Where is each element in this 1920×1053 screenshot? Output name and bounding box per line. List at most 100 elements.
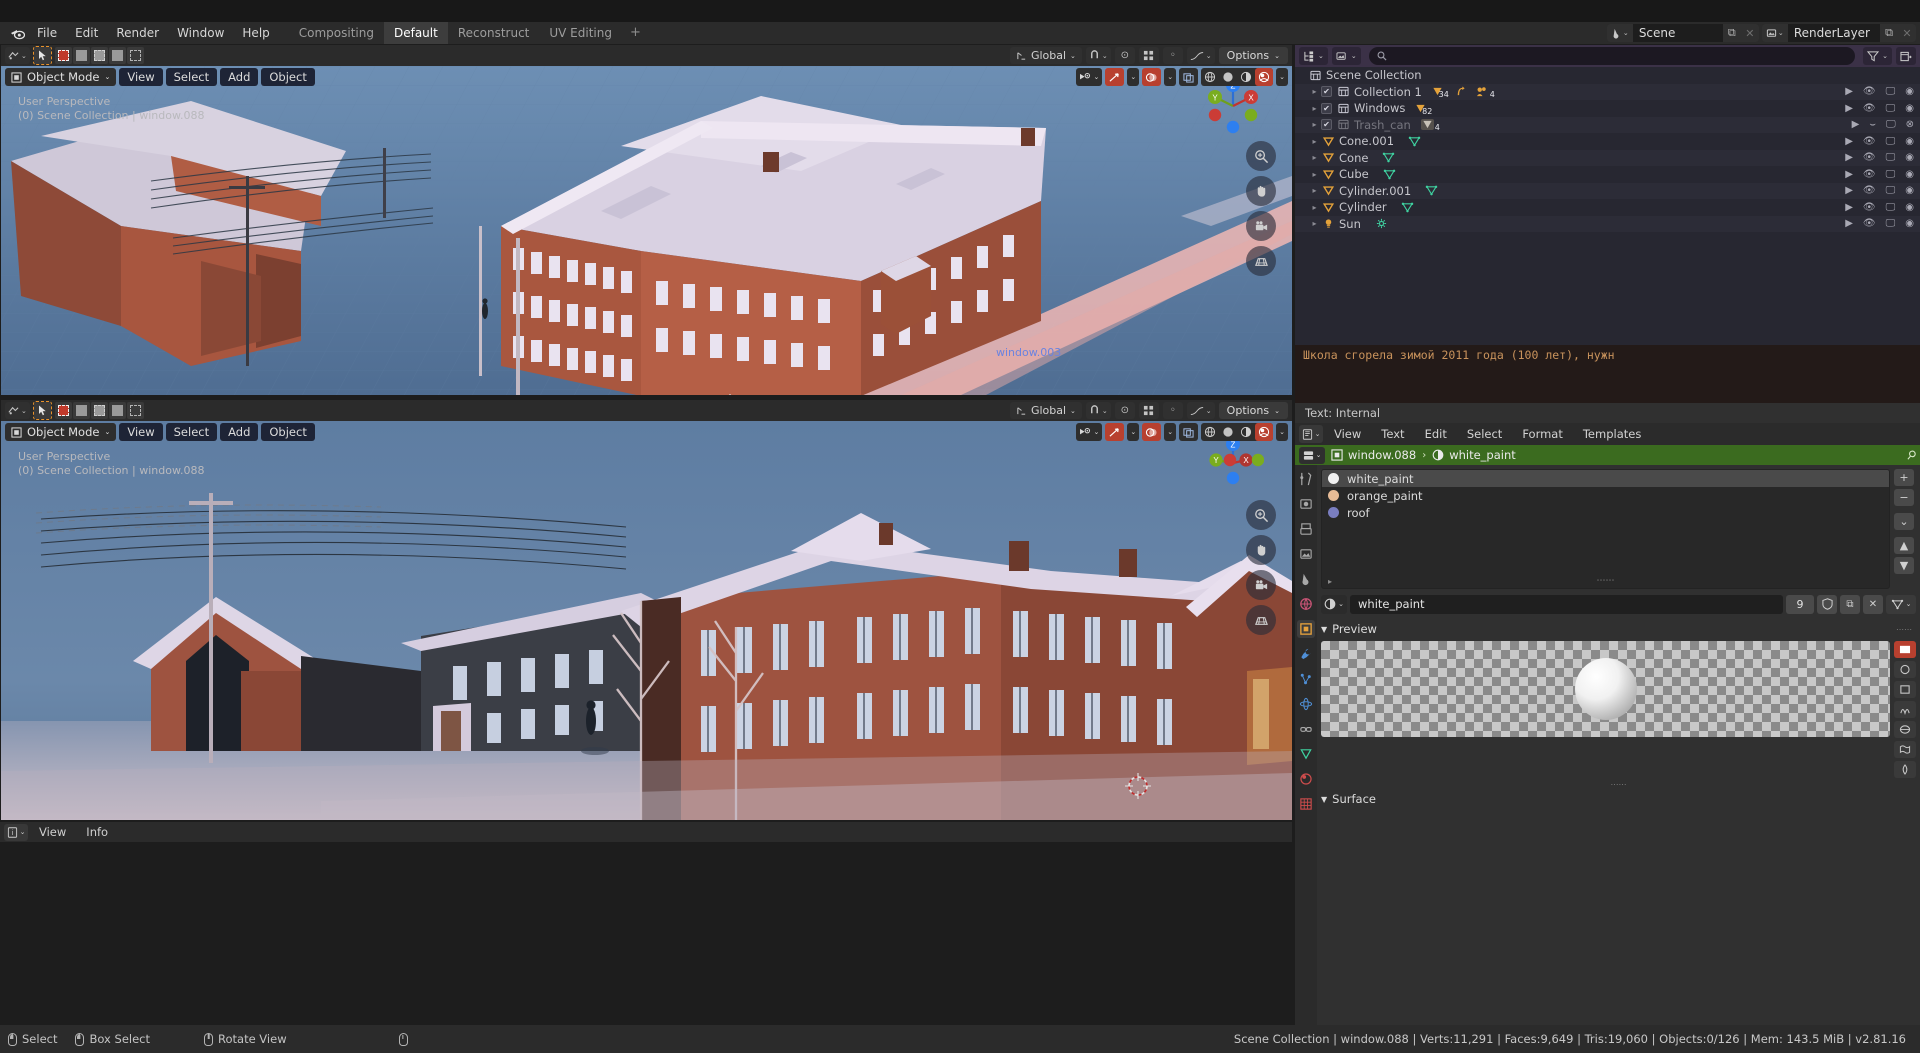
monitor-icon-4[interactable]: 🖵 <box>1886 136 1896 147</box>
outliner-search-input[interactable] <box>1368 47 1856 65</box>
properties-tab-constraints[interactable] <box>1297 720 1315 738</box>
monitor-icon-5[interactable]: 🖵 <box>1886 152 1896 163</box>
grid-icon-2[interactable] <box>1246 605 1276 635</box>
workspace-tab-uv-editing[interactable]: UV Editing <box>539 22 622 44</box>
text-menu-view[interactable]: View <box>1325 425 1370 443</box>
slot-expand-arrow[interactable]: ▸ <box>1328 577 1332 586</box>
text-menu-edit[interactable]: Edit <box>1416 425 1456 443</box>
gizmo-options-dropdown-2[interactable]: ⌄ <box>1127 423 1140 441</box>
arrow-toggle-icon-6[interactable]: ▶ <box>1845 169 1853 180</box>
menu-render[interactable]: Render <box>107 24 168 42</box>
outliner-row-cylinder[interactable]: ▸ Cylinder ▶ 👁 🖵 ◉ <box>1295 199 1920 216</box>
arrow-toggle-icon[interactable]: ▶ <box>1845 86 1853 97</box>
monitor-icon-8[interactable]: 🖵 <box>1886 202 1896 213</box>
select-set-button-2[interactable] <box>54 402 72 419</box>
properties-tab-tool[interactable] <box>1297 470 1315 488</box>
menu-help[interactable]: Help <box>233 24 278 42</box>
select-intersect-button[interactable] <box>126 47 144 64</box>
filter-icon[interactable]: ⌄ <box>1863 47 1892 65</box>
text-menu-text[interactable]: Text <box>1372 425 1413 443</box>
menu-window[interactable]: Window <box>168 24 233 42</box>
render-camera-disabled-icon[interactable]: ⊗ <box>1906 119 1914 130</box>
workspace-tab-reconstruct[interactable]: Reconstruct <box>447 22 540 44</box>
render-camera-icon-5[interactable]: ◉ <box>1905 152 1914 163</box>
xray-toggle-2[interactable] <box>1179 423 1199 441</box>
falloff-curve-icon-2[interactable]: ⌄ <box>1186 402 1215 419</box>
properties-tab-texture[interactable] <box>1297 795 1315 813</box>
shading-material-preview-button[interactable] <box>1237 68 1255 86</box>
properties-tab-data[interactable] <box>1297 745 1315 763</box>
monitor-icon-2[interactable]: 🖵 <box>1886 103 1896 114</box>
editor-type-icon-2[interactable]: ⌄ <box>5 402 30 419</box>
material-slot-list-footer[interactable]: ▸ ⋯⋯ <box>1322 574 1889 588</box>
expand-arrow-cylinder[interactable]: ▸ <box>1308 203 1321 212</box>
monitor-icon-3[interactable]: 🖵 <box>1886 119 1896 130</box>
text-editor-icon[interactable]: ⌄ <box>1299 425 1323 443</box>
shading-options-dropdown-2[interactable]: ⌄ <box>1276 423 1288 441</box>
monitor-icon-6[interactable]: 🖵 <box>1886 169 1896 180</box>
workspace-tab-default[interactable]: Default <box>383 22 448 44</box>
viewport-options-button[interactable]: Options ⌄ <box>1218 47 1288 64</box>
viewport-options-button-2[interactable]: Options ⌄ <box>1218 402 1288 419</box>
material-slot-list[interactable]: white_paint orange_paint roof ▸ ⋯⋯ <box>1321 469 1890 589</box>
outliner-toggles-windows[interactable]: ▶ 👁 🖵 ◉ <box>1845 103 1914 114</box>
viewport-menu-select-2[interactable]: Select <box>165 423 218 441</box>
scene-unlink-button[interactable]: ✕ <box>1740 24 1759 42</box>
viewport-bottom-axis-gizmo[interactable]: Z Y X <box>1202 432 1265 494</box>
object-mode-dropdown-2[interactable]: Object Mode ⌄ <box>5 423 117 441</box>
outliner-display-mode-dropdown[interactable]: ⌄ <box>1331 47 1361 65</box>
select-extend-button[interactable] <box>72 47 90 64</box>
proportional-editing-toggle-2[interactable] <box>1138 402 1159 419</box>
overlays-options-dropdown[interactable]: ⌄ <box>1164 68 1177 86</box>
arrow-toggle-icon-5[interactable]: ▶ <box>1845 152 1853 163</box>
remove-material-slot-button[interactable]: − <box>1894 489 1914 506</box>
expand-arrow-collection-1[interactable]: ▸ <box>1308 87 1321 96</box>
trash-can-checkbox[interactable]: ✔ <box>1321 119 1332 131</box>
camera-icon-2[interactable] <box>1246 570 1276 600</box>
properties-tab-scene[interactable] <box>1297 570 1315 588</box>
viewport-top-nav-buttons[interactable] <box>1246 141 1276 276</box>
shading-wireframe-button[interactable] <box>1201 68 1219 86</box>
properties-body[interactable]: white_paint orange_paint roof ▸ ⋯⋯ + − ⌄… <box>1317 465 1920 1025</box>
move-slot-down-button[interactable]: ▼ <box>1894 557 1914 574</box>
render-camera-icon-7[interactable]: ◉ <box>1905 185 1914 196</box>
zoom-icon-2[interactable] <box>1246 500 1276 530</box>
properties-tab-world[interactable] <box>1297 595 1315 613</box>
snap-toggle-2[interactable]: ⌄ <box>1085 402 1111 419</box>
breadcrumb-material[interactable]: white_paint <box>1432 448 1516 462</box>
outliner-row-cylinder-001[interactable]: ▸ Cylinder.001 ▶ 👁 🖵 ◉ <box>1295 182 1920 199</box>
collection-1-checkbox[interactable]: ✔ <box>1321 86 1332 98</box>
outliner-toggles-sun[interactable]: ▶ 👁 🖵 ◉ <box>1845 218 1914 229</box>
material-id-row[interactable]: ⌄ white_paint 9 ⧉ ✕ ⌄ <box>1321 594 1916 614</box>
blender-logo-icon[interactable] <box>6 25 28 41</box>
zoom-icon[interactable] <box>1246 141 1276 171</box>
pan-hand-icon[interactable] <box>1246 176 1276 206</box>
outliner-row-collection-1[interactable]: ▸ ✔ Collection 1 34 4 ▶ 👁 🖵 ◉ <box>1295 83 1920 100</box>
pin-icon[interactable]: ⚲ <box>1904 447 1920 463</box>
add-workspace-button[interactable]: + <box>622 22 649 44</box>
material-slot-orange-paint[interactable]: orange_paint <box>1322 487 1889 504</box>
viewport-bottom-canvas[interactable] <box>1 421 1292 820</box>
surface-collapse-arrow[interactable]: ▼ <box>1321 795 1327 804</box>
info-menu-info[interactable]: Info <box>77 824 117 841</box>
new-collection-icon[interactable] <box>1896 47 1916 65</box>
snap-options-icon[interactable]: ⊙ <box>1114 47 1135 64</box>
select-set-button[interactable] <box>54 47 72 64</box>
outliner-row-cone[interactable]: ▸ Cone ▶ 👁 🖵 ◉ <box>1295 149 1920 166</box>
expand-arrow-cone[interactable]: ▸ <box>1308 153 1321 162</box>
outliner-toggles-cube[interactable]: ▶ 👁 🖵 ◉ <box>1845 169 1914 180</box>
scene-selector[interactable]: ⌄ Scene ⧉ ✕ <box>1606 24 1759 42</box>
eye-icon[interactable]: 👁 <box>1863 86 1876 97</box>
material-slot-white-paint[interactable]: white_paint <box>1322 470 1889 487</box>
viewport-menu-select[interactable]: Select <box>165 68 218 86</box>
material-slot-roof[interactable]: roof <box>1322 504 1889 521</box>
preview-type-hair-button[interactable] <box>1894 701 1916 718</box>
expand-arrow-cone-001[interactable]: ▸ <box>1308 137 1321 146</box>
editor-type-icon[interactable]: ⌄ <box>5 47 30 64</box>
preview-type-cloth-button[interactable] <box>1894 741 1916 758</box>
overlays-options-dropdown-2[interactable]: ⌄ <box>1164 423 1177 441</box>
outliner-root-row[interactable]: Scene Collection <box>1295 67 1920 84</box>
outliner-row-cone-001[interactable]: ▸ Cone.001 ▶ 👁 🖵 ◉ <box>1295 133 1920 150</box>
outliner-toggles-collection-1[interactable]: ▶ 👁 🖵 ◉ <box>1845 86 1914 97</box>
visibility-dropdown[interactable]: ⌄ <box>1075 68 1103 86</box>
